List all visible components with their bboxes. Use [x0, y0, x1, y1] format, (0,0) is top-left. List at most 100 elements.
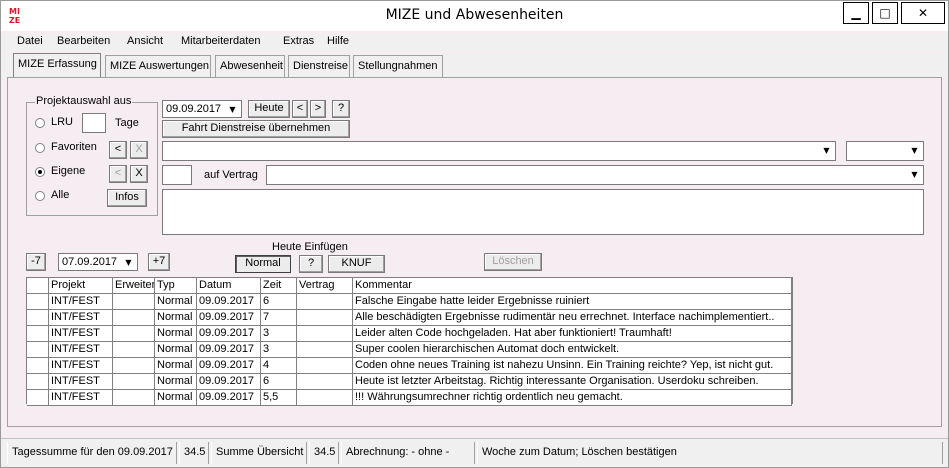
row-selector[interactable] — [27, 326, 49, 342]
close-button[interactable]: ✕ — [901, 2, 945, 24]
cell-typ[interactable]: Normal — [155, 310, 197, 326]
cell-projekt[interactable]: INT/FEST — [49, 294, 113, 310]
cell-zeit[interactable]: 5,5 — [261, 390, 297, 406]
date-picker[interactable]: 09.09.2017 ▼ — [162, 100, 242, 118]
minimize-button[interactable]: ▁ — [843, 2, 869, 24]
normal-button[interactable]: Normal — [235, 255, 291, 273]
trip-transfer-button[interactable]: Fahrt Dienstreise übernehmen — [162, 120, 350, 138]
cell-kommentar[interactable]: Falsche Eingabe hatte leider Ergebnisse … — [353, 294, 792, 310]
cell-typ[interactable]: Normal — [155, 374, 197, 390]
cell-zeit[interactable]: 3 — [261, 342, 297, 358]
maximize-button[interactable]: □ — [872, 2, 898, 24]
column-header-datum[interactable]: Datum — [197, 278, 261, 294]
cell-datum[interactable]: 09.09.2017 — [197, 326, 261, 342]
cell-typ[interactable]: Normal — [155, 326, 197, 342]
tab-stellungnahmen[interactable]: Stellungnahmen — [353, 55, 443, 77]
row-selector[interactable] — [27, 310, 49, 326]
cell-vertrag[interactable] — [297, 326, 353, 342]
cell-datum[interactable]: 09.09.2017 — [197, 358, 261, 374]
cell-erweiterung[interactable] — [113, 310, 155, 326]
cell-kommentar[interactable]: Coden ohne neues Training ist nahezu Uns… — [353, 358, 792, 374]
eigene-add-button[interactable]: < — [109, 165, 127, 183]
tab-mize-erfassung[interactable]: MIZE Erfassung — [13, 53, 101, 77]
cell-datum[interactable]: 09.09.2017 — [197, 342, 261, 358]
radio-label-eigene[interactable]: Eigene — [51, 165, 85, 177]
radio-favoriten[interactable] — [35, 143, 45, 153]
row-selector[interactable] — [27, 390, 49, 406]
cell-vertrag[interactable] — [297, 390, 353, 406]
delete-button[interactable]: Löschen — [484, 253, 542, 271]
cell-zeit[interactable]: 6 — [261, 294, 297, 310]
favoriten-add-button[interactable]: < — [109, 141, 127, 159]
knuf-button[interactable]: KNUF — [328, 255, 385, 273]
cell-vertrag[interactable] — [297, 342, 353, 358]
plus-7-button[interactable]: +7 — [148, 253, 170, 271]
column-header-kommentar[interactable]: Kommentar — [353, 278, 792, 294]
menu-bearbeiten[interactable]: Bearbeiten — [57, 35, 110, 47]
cell-erweiterung[interactable] — [113, 358, 155, 374]
cell-vertrag[interactable] — [297, 358, 353, 374]
cell-datum[interactable]: 09.09.2017 — [197, 294, 261, 310]
cell-projekt[interactable]: INT/FEST — [49, 374, 113, 390]
menu-ansicht[interactable]: Ansicht — [127, 35, 163, 47]
extension-dropdown[interactable]: ▼ — [846, 141, 924, 161]
radio-lru[interactable] — [35, 118, 45, 128]
tab-dienstreise[interactable]: Dienstreise — [288, 55, 350, 77]
cell-kommentar[interactable]: Super coolen hierarchischen Automat doch… — [353, 342, 792, 358]
today-button[interactable]: Heute — [248, 100, 290, 118]
cell-erweiterung[interactable] — [113, 390, 155, 406]
tab-abwesenheit[interactable]: Abwesenheit — [215, 55, 285, 77]
column-header-vertrag[interactable]: Vertrag — [297, 278, 353, 294]
row-selector[interactable] — [27, 294, 49, 310]
column-header-zeit[interactable]: Zeit — [261, 278, 297, 294]
menu-extras[interactable]: Extras — [283, 35, 314, 47]
radio-label-lru[interactable]: LRU — [51, 116, 73, 128]
cell-zeit[interactable]: 7 — [261, 310, 297, 326]
radio-eigene[interactable] — [35, 167, 45, 177]
cell-zeit[interactable]: 3 — [261, 326, 297, 342]
cell-projekt[interactable]: INT/FEST — [49, 342, 113, 358]
cell-vertrag[interactable] — [297, 374, 353, 390]
cell-datum[interactable]: 09.09.2017 — [197, 310, 261, 326]
cell-typ[interactable]: Normal — [155, 342, 197, 358]
cell-typ[interactable]: Normal — [155, 294, 197, 310]
cell-erweiterung[interactable] — [113, 294, 155, 310]
eigene-remove-button[interactable]: X — [130, 165, 148, 183]
cell-projekt[interactable]: INT/FEST — [49, 326, 113, 342]
cell-vertrag[interactable] — [297, 294, 353, 310]
cell-kommentar[interactable]: !!! Währungsumrechner richtig ordentlich… — [353, 390, 792, 406]
menu-datei[interactable]: Datei — [17, 35, 43, 47]
radio-alle[interactable] — [35, 191, 45, 201]
cell-datum[interactable]: 09.09.2017 — [197, 374, 261, 390]
cell-typ[interactable]: Normal — [155, 390, 197, 406]
tab-mize-auswertungen[interactable]: MIZE Auswertungen — [105, 55, 211, 77]
cell-zeit[interactable]: 6 — [261, 374, 297, 390]
prev-day-button[interactable]: < — [292, 100, 308, 118]
cell-typ[interactable]: Normal — [155, 358, 197, 374]
title-bar[interactable]: MI ZE MIZE und Abwesenheiten ▁ □ ✕ — [1, 1, 948, 31]
next-day-button[interactable]: > — [310, 100, 326, 118]
contract-dropdown[interactable]: ▼ — [266, 165, 924, 185]
favoriten-remove-button[interactable]: X — [130, 141, 148, 159]
range-date-picker[interactable]: 07.09.2017 ▼ — [58, 253, 138, 271]
cell-vertrag[interactable] — [297, 310, 353, 326]
radio-label-alle[interactable]: Alle — [51, 189, 69, 201]
column-header-erweiterung[interactable]: Erweiterun — [113, 278, 155, 294]
cell-zeit[interactable]: 4 — [261, 358, 297, 374]
cell-kommentar[interactable]: Heute ist letzter Arbeitstag. Richtig in… — [353, 374, 792, 390]
minus-7-button[interactable]: -7 — [26, 253, 46, 271]
insert-help-button[interactable]: ? — [299, 255, 323, 273]
cell-projekt[interactable]: INT/FEST — [49, 358, 113, 374]
date-help-button[interactable]: ? — [332, 100, 350, 118]
radio-label-favoriten[interactable]: Favoriten — [51, 141, 97, 153]
comment-textarea[interactable] — [162, 189, 924, 235]
infos-button[interactable]: Infos — [107, 189, 147, 207]
cell-kommentar[interactable]: Leider alten Code hochgeladen. Hat aber … — [353, 326, 792, 342]
menu-mitarbeiterdaten[interactable]: Mitarbeiterdaten — [181, 35, 261, 47]
cell-projekt[interactable]: INT/FEST — [49, 310, 113, 326]
cell-erweiterung[interactable] — [113, 374, 155, 390]
column-header-typ[interactable]: Typ — [155, 278, 197, 294]
row-selector[interactable] — [27, 374, 49, 390]
menu-hilfe[interactable]: Hilfe — [327, 35, 349, 47]
time-input[interactable] — [162, 165, 192, 185]
